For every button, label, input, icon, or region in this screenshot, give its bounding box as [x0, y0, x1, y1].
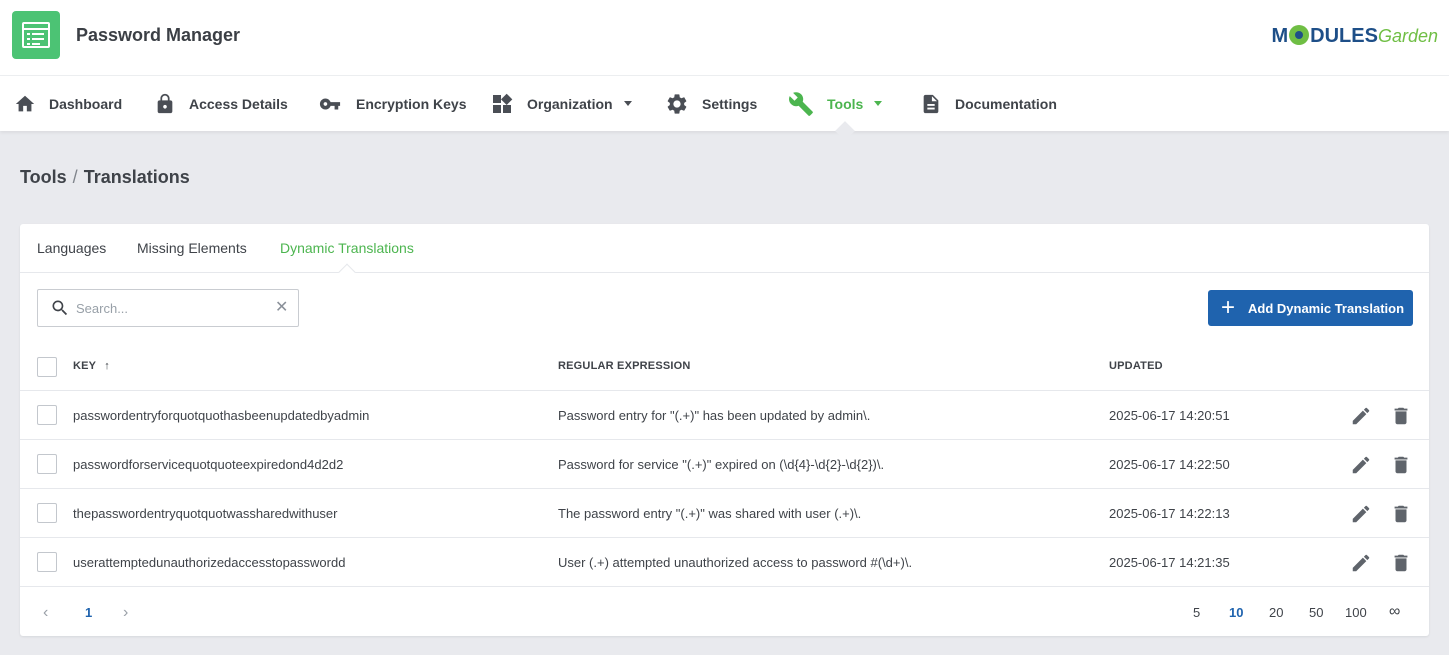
nav-label: Access Details: [189, 95, 288, 112]
next-page-button[interactable]: ›: [123, 604, 128, 622]
cell-key: passwordentryforquotquothasbeenupdatedby…: [73, 408, 370, 423]
chevron-down-icon: [874, 101, 883, 106]
lock-icon: [157, 93, 173, 113]
cell-updated: 2025-06-17 14:20:51: [1109, 408, 1230, 423]
tab-dynamic-translations[interactable]: Dynamic Translations: [280, 240, 414, 256]
per-page-option[interactable]: 100: [1345, 605, 1367, 620]
select-all-checkbox[interactable]: [37, 357, 57, 377]
breadcrumb: Tools / Translations: [20, 167, 190, 188]
tab-missing-elements[interactable]: Missing Elements: [137, 240, 247, 256]
document-icon: [923, 94, 939, 113]
nav-item-access-details[interactable]: Access Details: [154, 76, 288, 131]
key-icon: [319, 98, 341, 109]
active-tab-pointer: [338, 263, 356, 281]
key-header-label: KEY: [73, 360, 97, 372]
nav-item-tools[interactable]: Tools: [788, 76, 883, 131]
pencil-icon[interactable]: [1350, 405, 1372, 427]
home-icon: [15, 95, 35, 111]
breadcrumb-current: Translations: [83, 167, 190, 187]
nav-item-dashboard[interactable]: Dashboard: [14, 76, 122, 131]
brand-logo[interactable]: M DULESGarden: [1271, 24, 1438, 48]
brand-logo-part: Garden: [1377, 26, 1438, 46]
search-input[interactable]: [76, 299, 266, 317]
trash-icon[interactable]: [1390, 454, 1412, 476]
chevron-down-icon: [623, 101, 632, 106]
nav-label: Organization: [527, 95, 613, 112]
per-page-option[interactable]: 50: [1309, 605, 1323, 620]
brand-logo-part: DULES: [1310, 25, 1378, 47]
app-header: Password Manager M DULESGarden: [0, 0, 1449, 76]
cell-key: thepasswordentryquotquotwassharedwithuse…: [73, 506, 338, 521]
wrench-icon: [789, 91, 813, 116]
nav-label: Tools: [827, 95, 864, 112]
brand-globe-icon: [1289, 25, 1310, 45]
add-dynamic-translation-button[interactable]: + Add Dynamic Translation: [1208, 290, 1413, 326]
nav-item-documentation[interactable]: Documentation: [920, 76, 1057, 131]
gear-icon: [667, 93, 687, 114]
plus-icon: +: [1221, 294, 1236, 321]
close-icon[interactable]: ✕: [275, 299, 288, 317]
translations-card: Languages Missing Elements Dynamic Trans…: [20, 224, 1429, 636]
app-title: Password Manager: [76, 25, 241, 45]
tab-bar: Languages Missing Elements Dynamic Trans…: [20, 224, 1429, 281]
nav-label: Dashboard: [49, 95, 123, 112]
cell-key: passwordforservicequotquoteexpiredond4d2…: [73, 457, 344, 472]
cell-key: userattemptedunauthorizedaccesstopasswor…: [73, 555, 346, 570]
per-page-option[interactable]: ∞: [1389, 603, 1400, 621]
cell-regex: The password entry "(.+)" was shared wit…: [558, 506, 862, 521]
column-header-key[interactable]: KEY ↑: [73, 360, 110, 372]
per-page-option[interactable]: 20: [1269, 605, 1283, 620]
trash-icon[interactable]: [1390, 503, 1412, 525]
table-row: passwordentryforquotquothasbeenupdatedby…: [20, 391, 1429, 440]
column-header-regex[interactable]: REGULAR EXPRESSION: [558, 360, 691, 372]
per-page-option[interactable]: 5: [1193, 605, 1200, 620]
cell-updated: 2025-06-17 14:21:35: [1109, 555, 1230, 570]
breadcrumb-parent[interactable]: Tools: [20, 167, 67, 187]
pencil-icon[interactable]: [1350, 503, 1372, 525]
row-checkbox[interactable]: [37, 405, 57, 425]
sort-arrow-icon: ↑: [104, 360, 110, 372]
nav-item-encryption-keys[interactable]: Encryption Keys: [317, 76, 466, 131]
main-nav: Dashboard Access Details Encryption Keys…: [0, 76, 1449, 131]
table-row: userattemptedunauthorizedaccesstopasswor…: [20, 538, 1429, 587]
cell-updated: 2025-06-17 14:22:50: [1109, 457, 1230, 472]
page-number-button[interactable]: 1: [85, 605, 92, 620]
pencil-icon[interactable]: [1350, 552, 1372, 574]
nav-label: Encryption Keys: [356, 95, 467, 112]
brand-logo-part: M: [1271, 25, 1289, 47]
cell-updated: 2025-06-17 14:22:13: [1109, 506, 1230, 521]
column-header-updated[interactable]: UPDATED: [1109, 360, 1163, 372]
row-checkbox[interactable]: [37, 454, 57, 474]
search-box: ✕: [37, 289, 299, 327]
trash-icon[interactable]: [1390, 552, 1412, 574]
cell-regex: Password entry for "(.+)" has been updat…: [558, 408, 871, 423]
pencil-icon[interactable]: [1350, 454, 1372, 476]
add-button-label: Add Dynamic Translation: [1248, 300, 1405, 316]
nav-label: Settings: [702, 95, 758, 112]
nav-label: Documentation: [955, 95, 1057, 112]
cell-regex: Password for service "(.+)" expired on (…: [558, 457, 885, 472]
breadcrumb-separator: /: [72, 167, 78, 187]
row-checkbox[interactable]: [37, 503, 57, 523]
per-page-option[interactable]: 10: [1229, 605, 1243, 620]
tab-languages[interactable]: Languages: [37, 240, 106, 256]
table-row: passwordforservicequotquoteexpiredond4d2…: [20, 440, 1429, 489]
previous-page-button[interactable]: ‹: [43, 604, 48, 622]
widgets-icon: [493, 93, 513, 113]
table-header: KEY ↑ REGULAR EXPRESSION UPDATED: [20, 342, 1429, 391]
search-icon: [52, 300, 68, 316]
table-row: thepasswordentryquotquotwassharedwithuse…: [20, 489, 1429, 538]
row-checkbox[interactable]: [37, 552, 57, 572]
trash-icon[interactable]: [1390, 405, 1412, 427]
app-logo-icon[interactable]: [12, 11, 60, 59]
nav-item-organization[interactable]: Organization: [490, 76, 632, 131]
cell-regex: User (.+) attempted unauthorized access …: [558, 555, 913, 570]
nav-item-settings[interactable]: Settings: [665, 76, 757, 131]
